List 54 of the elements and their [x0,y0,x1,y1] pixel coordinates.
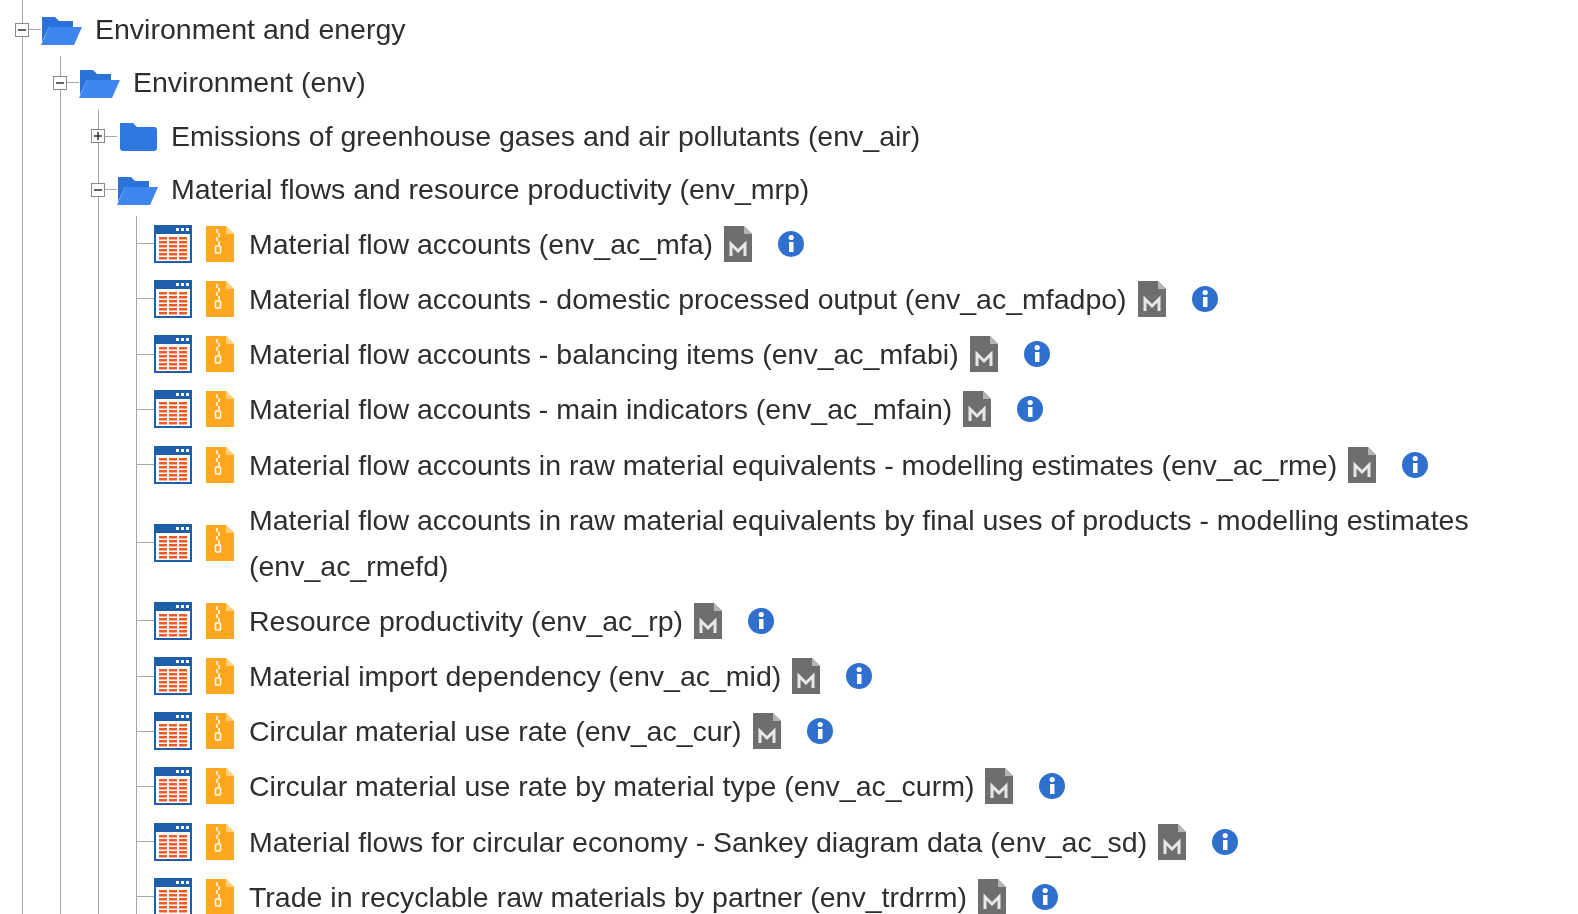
dataset-label[interactable]: Material flow accounts in raw material equivalents by final uses of products - modelling estimates (env_ac_rmefd) [249,496,1577,589]
info-icon[interactable] [845,662,874,691]
table-icon[interactable] [154,822,192,861]
dataset-label[interactable]: Material flow accounts - main indicators (env_ac_mfain) [249,386,953,433]
dataset-label[interactable]: Circular material use rate (env_ac_cur) [249,708,742,755]
dataset-label[interactable]: Material flow accounts - domestic processed output (env_ac_mfadpo) [249,275,1127,322]
info-icon[interactable] [1016,395,1045,424]
folder-label[interactable]: Environment and energy [95,13,406,47]
info-icon[interactable] [1038,772,1067,801]
collapse-toggle[interactable] [53,75,67,90]
info-icon[interactable] [1031,882,1059,911]
metadata-file-icon[interactable] [977,877,1007,914]
collapse-toggle[interactable] [15,22,29,37]
table-icon[interactable] [154,335,192,374]
table-icon[interactable] [154,390,192,429]
table-icon[interactable] [154,767,192,806]
info-icon[interactable] [1190,284,1219,313]
metadata-file-icon[interactable] [984,767,1015,806]
table-icon[interactable] [154,279,192,318]
dataset-label[interactable]: Trade in recyclable raw materials by partner (env_trdrrm) [249,873,967,914]
metadata-file-icon[interactable] [693,601,724,640]
folder-label[interactable]: Emissions of greenhouse gases and air pollutants (env_air) [171,119,921,153]
table-icon[interactable] [154,224,192,263]
dataset-label[interactable]: Material flow accounts - balancing items (env_ac_mfabi) [249,331,959,378]
metadata-file-icon[interactable] [723,224,754,263]
table-icon[interactable] [154,445,192,484]
metadata-file-icon[interactable] [1157,822,1188,861]
table-icon[interactable] [154,657,192,696]
metadata-file-icon[interactable] [1347,445,1378,484]
info-icon[interactable] [805,717,834,746]
folder-label[interactable]: Environment (env) [133,66,366,100]
table-icon[interactable] [154,523,192,562]
dataset-label[interactable]: Material flow accounts (env_ac_mfa) [249,220,714,267]
info-icon[interactable] [1211,827,1240,856]
info-icon[interactable] [777,229,806,258]
info-icon[interactable] [1022,340,1051,369]
metadata-file-icon[interactable] [962,390,993,429]
metadata-file-icon[interactable] [791,657,822,696]
dataset-label[interactable]: Material flows for circular economy - Sankey diagram data (env_ac_sd) [249,818,1148,865]
collapse-toggle[interactable] [91,182,105,197]
expand-toggle[interactable] [91,129,105,144]
table-icon[interactable] [154,601,192,640]
dataset-label[interactable]: Circular material use rate by material type (env_ac_curm) [249,763,975,810]
dataset-label[interactable]: Material import dependency (env_ac_mid) [249,653,782,700]
folder-label[interactable]: Material flows and resource productivity (env_mrp) [171,173,810,207]
table-icon[interactable] [154,877,192,914]
dataset-label[interactable]: Resource productivity (env_ac_rp) [249,597,684,644]
info-icon[interactable] [1401,450,1430,479]
metadata-file-icon[interactable] [751,712,782,751]
metadata-file-icon[interactable] [968,335,999,374]
table-icon[interactable] [154,712,192,751]
dataset-label[interactable]: Material flow accounts in raw material equivalents - modelling estimates (env_ac_rme) [249,441,1338,488]
metadata-file-icon[interactable] [1136,279,1167,318]
info-icon[interactable] [747,606,776,635]
